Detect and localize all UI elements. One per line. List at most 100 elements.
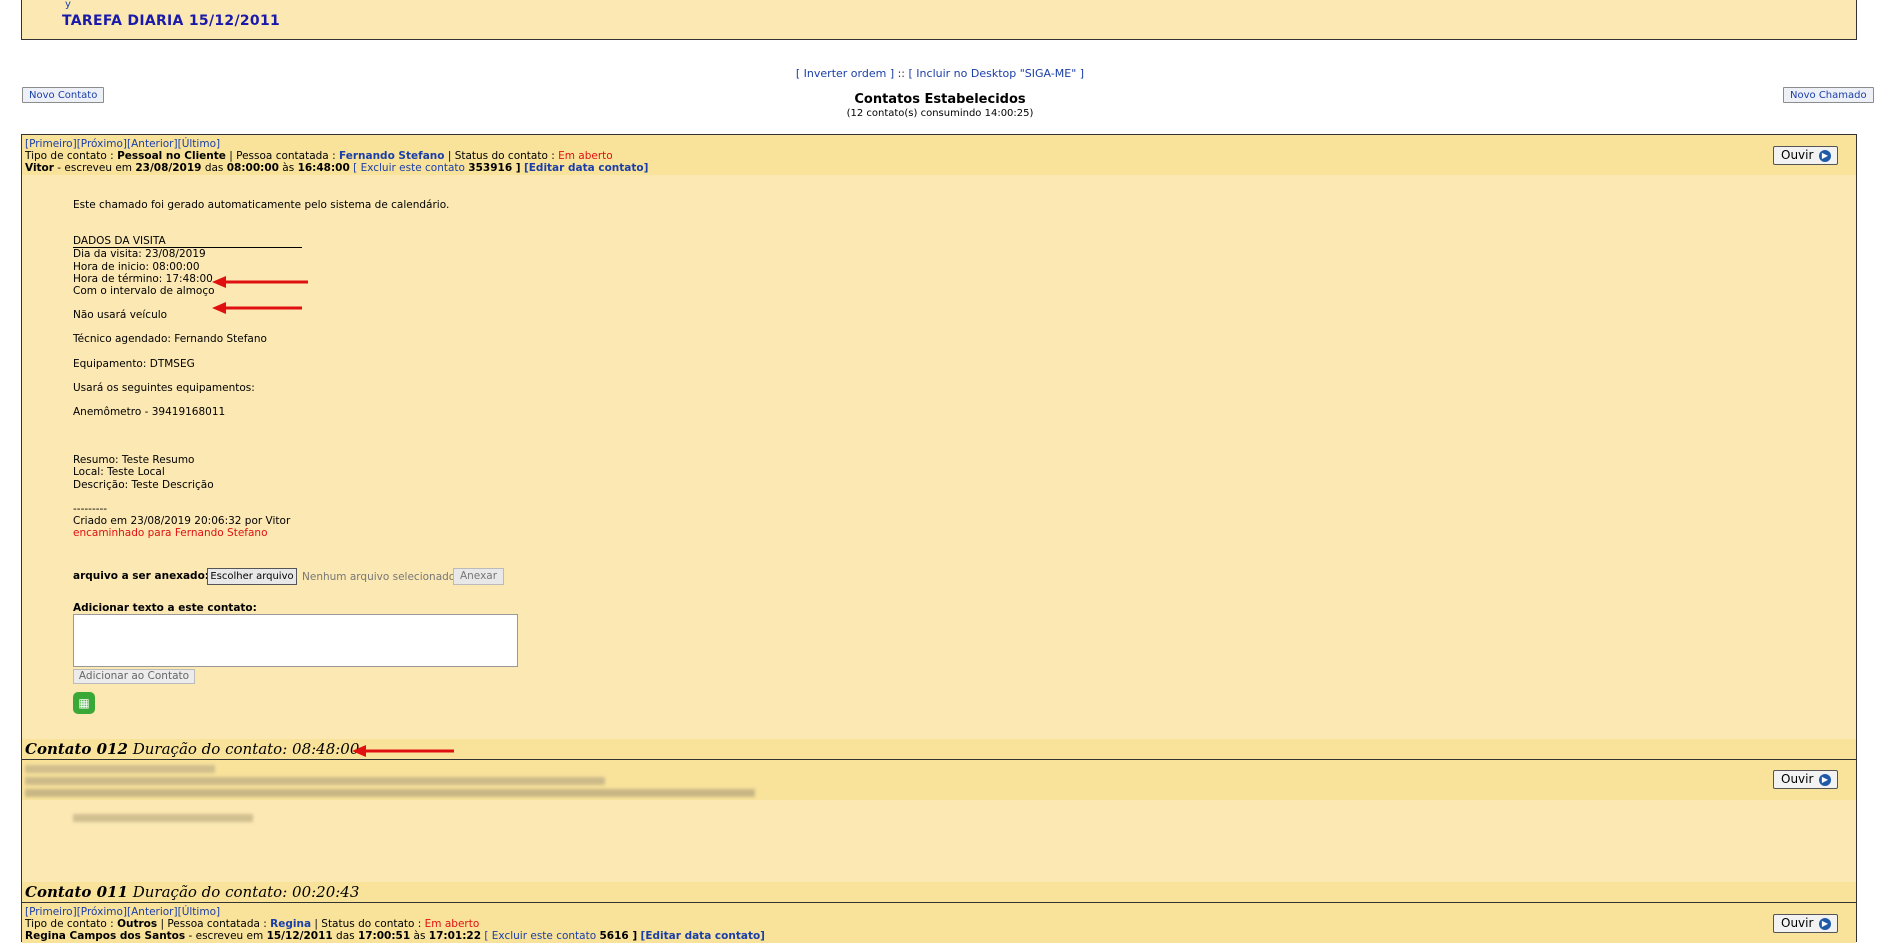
body-line: Usará os seguintes equipamentos: <box>73 381 255 394</box>
contact-header: [Primeiro][Próximo][Anterior][Último] Ti… <box>22 903 1856 943</box>
end-time: 17:01:22 <box>428 930 481 942</box>
annotation-arrow-icon <box>212 276 308 288</box>
wrote-prefix: - escreveu em <box>185 930 267 942</box>
choose-file-button[interactable]: Escolher arquivo <box>207 568 297 585</box>
invert-order-link[interactable]: [ Inverter ordem ] <box>796 67 894 80</box>
contact-card-012: [Primeiro][Próximo][Anterior][Último] Ti… <box>21 134 1857 760</box>
contact-number: Contato 012 <box>25 740 128 758</box>
nav-first-link[interactable]: [Primeiro] <box>25 138 77 150</box>
type-label: Tipo de contato : <box>25 918 118 930</box>
contact-duration: Duração do contato: 08:48:00 <box>127 740 360 758</box>
as-text: às <box>278 162 298 174</box>
as-text: às <box>410 930 429 942</box>
body-line: --------- <box>73 502 108 515</box>
wrote-prefix: - escreveu em <box>53 162 136 174</box>
toolbar-links: [ Inverter ordem ] :: [ Incluir no Deskt… <box>0 67 1880 80</box>
ouvir-button[interactable]: Ouvir ▶ <box>1773 146 1838 165</box>
type-value: Outros <box>117 918 158 930</box>
contact-id: 353916 <box>468 162 513 174</box>
add-to-contact-button[interactable]: Adicionar ao Contato <box>73 669 195 684</box>
body-line: Resumo: Teste Resumo <box>73 454 195 467</box>
contact-card-010: [Primeiro][Próximo][Anterior][Último] Ti… <box>21 902 1857 943</box>
status-value: Em aberto <box>558 150 613 162</box>
body-line: Descrição: Teste Descrição <box>73 478 214 491</box>
ouvir-button[interactable]: Ouvir ▶ <box>1773 770 1838 789</box>
type-value: Pessoal no Cliente <box>117 150 226 162</box>
blurred-body <box>73 814 253 822</box>
separator: :: <box>894 67 909 80</box>
body-line: Local: Teste Local <box>73 466 165 479</box>
status-label: | Status do contato : <box>444 150 559 162</box>
ouvir-label: Ouvir <box>1781 916 1814 930</box>
nav-next-link[interactable]: [Próximo] <box>77 906 127 918</box>
start-time: 08:00:00 <box>226 162 279 174</box>
person-label: | Pessoa contatada : <box>225 150 339 162</box>
annotation-arrow-icon <box>212 302 302 314</box>
add-to-desktop-link[interactable]: [ Incluir no Desktop "SIGA-ME" ] <box>909 67 1085 80</box>
contact-date: 23/08/2019 <box>135 162 202 174</box>
body-line: Anemômetro - 39419168011 <box>73 406 226 419</box>
body-line: Equipamento: DTMSEG <box>73 357 195 370</box>
task-header-box: y TAREFA DIARIA 15/12/2011 <box>21 0 1857 40</box>
contact-number: Contato 011 <box>25 883 128 901</box>
ouvir-label: Ouvir <box>1781 148 1814 162</box>
excel-export-icon[interactable]: ▦ <box>73 692 95 714</box>
contacts-summary: (12 contato(s) consumindo 14:00:25) <box>846 108 1034 119</box>
body-line: Este chamado foi gerado automaticamente … <box>73 199 450 211</box>
status-value: Em aberto <box>424 918 480 930</box>
edit-date-link[interactable]: [Editar data contato] <box>524 162 648 174</box>
forwarded-line: encaminhado para Fernando Stefano <box>73 527 268 540</box>
add-text-label: Adicionar texto a este contato: <box>73 602 257 614</box>
attach-button[interactable]: Anexar <box>453 568 504 585</box>
type-label: Tipo de contato : <box>25 150 118 162</box>
contact-footer: Contato 011 Duração do contato: 00:20:43 <box>22 882 1856 902</box>
author-name: Regina Campos dos Santos <box>25 930 186 942</box>
contact-header: [Primeiro][Próximo][Anterior][Último] Ti… <box>22 135 1856 175</box>
task-title: TAREFA DIARIA 15/12/2011 <box>62 13 281 29</box>
contact-id: 5616 <box>599 930 629 942</box>
contact-body: Este chamado foi gerado automaticamente … <box>73 199 449 539</box>
author-name: Vitor <box>25 162 54 174</box>
contact-duration: Duração do contato: 00:20:43 <box>127 883 360 901</box>
body-line: Criado em 23/08/2019 20:06:32 por Vitor <box>73 515 291 528</box>
play-icon: ▶ <box>1819 774 1831 786</box>
contact-header: Ouvir ▶ <box>22 760 1856 800</box>
contact-date: 15/12/2011 <box>266 930 333 942</box>
contact-card-011: Ouvir ▶ Contato 011 Duração do contato: 0… <box>21 759 1857 903</box>
contacts-title: Contatos Estabelecidos <box>854 92 1026 107</box>
person-value: Fernando Stefano <box>338 150 445 162</box>
person-value: Regina <box>270 918 312 930</box>
nav-next-link[interactable]: [Próximo] <box>77 138 127 150</box>
body-line: Dia da visita: 23/08/2019 <box>73 248 206 261</box>
no-file-label: Nenhum arquivo selecionado <box>302 571 456 583</box>
body-line: Técnico agendado: Fernando Stefano <box>73 333 267 346</box>
delete-contact-link[interactable]: [ Excluir este contato <box>484 930 596 942</box>
status-label: | Status do contato : <box>311 918 425 930</box>
nav-prev-link[interactable]: [Anterior] <box>127 906 178 918</box>
das-text: das <box>332 930 358 942</box>
annotation-arrow-icon <box>352 745 454 757</box>
top-link-fragment[interactable]: y <box>65 0 71 10</box>
blurred-header <box>25 763 755 797</box>
ouvir-button[interactable]: Ouvir ▶ <box>1773 914 1838 933</box>
nav-last-link[interactable]: [Último] <box>178 906 220 918</box>
ouvir-label: Ouvir <box>1781 772 1814 786</box>
person-label: | Pessoa contatada : <box>157 918 271 930</box>
end-time: 16:48:00 <box>297 162 350 174</box>
delete-contact-link[interactable]: [ Excluir este contato <box>353 162 465 174</box>
add-text-area[interactable] <box>73 614 518 667</box>
das-text: das <box>201 162 227 174</box>
edit-date-link[interactable]: [Editar data contato] <box>641 930 765 942</box>
attach-label: arquivo a ser anexado: <box>73 570 209 582</box>
contact-footer: Contato 012 Duração do contato: 08:48:00 <box>22 739 1856 759</box>
id-close: ] <box>628 930 638 942</box>
nav-first-link[interactable]: [Primeiro] <box>25 906 77 918</box>
play-icon: ▶ <box>1819 150 1831 162</box>
play-icon: ▶ <box>1819 918 1831 930</box>
start-time: 17:00:51 <box>357 930 411 942</box>
body-line: Hora de inicio: 08:00:00 <box>73 260 200 273</box>
id-close: ] <box>512 162 521 174</box>
nav-last-link[interactable]: [Último] <box>178 138 220 150</box>
nav-prev-link[interactable]: [Anterior] <box>127 138 178 150</box>
body-line: DADOS DA VISITA <box>73 235 166 248</box>
